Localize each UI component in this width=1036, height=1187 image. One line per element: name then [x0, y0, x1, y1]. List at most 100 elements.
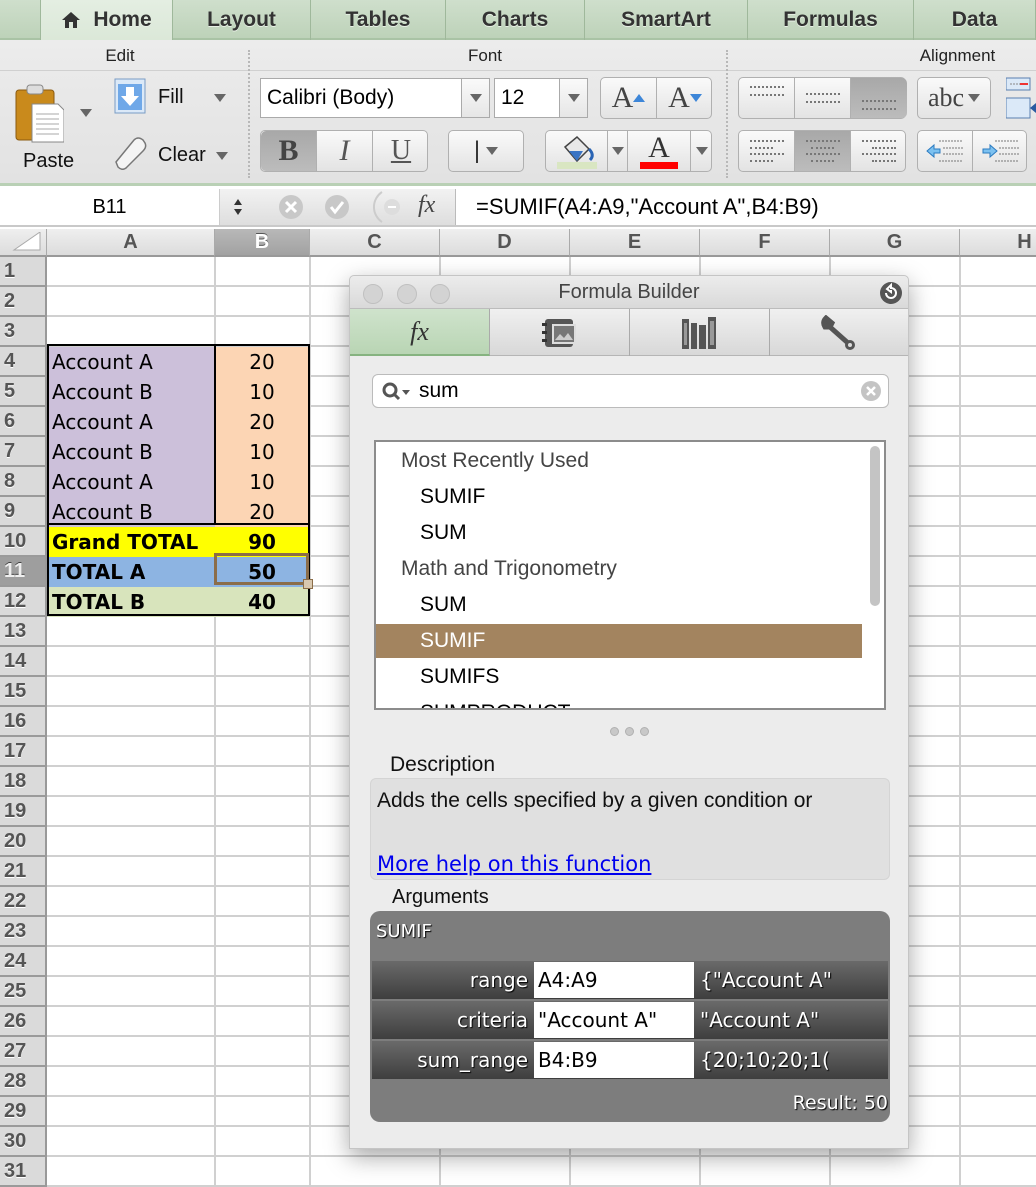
font-name-combobox[interactable]: Calibri (Body): [260, 78, 490, 118]
row-header-8[interactable]: 8: [0, 467, 47, 497]
font-size-dropdown[interactable]: [559, 79, 587, 117]
row-header-26[interactable]: 26: [0, 1007, 47, 1037]
row-header-14[interactable]: 14: [0, 647, 47, 677]
row-header-12[interactable]: 12: [0, 587, 47, 617]
confirm-icon[interactable]: [324, 194, 350, 220]
select-all-corner[interactable]: [0, 229, 47, 257]
align-top-button[interactable]: [739, 78, 795, 118]
column-header-d[interactable]: D: [440, 229, 570, 257]
underline-button[interactable]: U: [373, 131, 429, 171]
function-list-item[interactable]: SUMIFS: [376, 660, 862, 694]
function-search-input[interactable]: sum: [372, 374, 889, 408]
tab-reference[interactable]: [630, 309, 770, 356]
row-header-1[interactable]: 1: [0, 257, 47, 287]
row-header-3[interactable]: 3: [0, 317, 47, 347]
shrink-font-button[interactable]: A: [657, 78, 713, 118]
grow-font-button[interactable]: A: [601, 78, 657, 118]
tab-formulas[interactable]: Formulas: [748, 0, 914, 40]
function-list-item[interactable]: SUM: [376, 588, 862, 622]
dialog-titlebar[interactable]: Formula Builder: [350, 276, 908, 309]
font-color-button[interactable]: A: [628, 131, 691, 171]
align-bottom-button[interactable]: [851, 78, 907, 118]
argument-value-input[interactable]: "Account A": [534, 1002, 694, 1038]
fill-color-dropdown[interactable]: [608, 131, 628, 171]
row-header-28[interactable]: 28: [0, 1067, 47, 1097]
cell-a6[interactable]: Account A: [48, 407, 215, 437]
clear-search-icon[interactable]: [860, 380, 882, 402]
argument-value-input[interactable]: A4:A9: [534, 962, 694, 998]
row-header-17[interactable]: 17: [0, 737, 47, 767]
tab-formula-builder[interactable]: fx: [350, 309, 490, 356]
cell-a8[interactable]: Account A: [48, 467, 215, 497]
paste-dropdown-icon[interactable]: [80, 109, 92, 117]
fill-button[interactable]: Fill: [114, 78, 234, 116]
tab-media-browser[interactable]: [490, 309, 630, 356]
fill-color-button[interactable]: [546, 131, 608, 171]
cell-b12[interactable]: 40: [215, 587, 309, 617]
argument-value-input[interactable]: B4:B9: [534, 1042, 694, 1078]
row-header-2[interactable]: 2: [0, 287, 47, 317]
bold-button[interactable]: B: [261, 131, 317, 171]
borders-button[interactable]: |: [448, 130, 524, 172]
cell-a5[interactable]: Account B: [48, 377, 215, 407]
cell-b7[interactable]: 10: [215, 437, 309, 467]
column-header-a[interactable]: A: [47, 229, 215, 257]
cell-a4[interactable]: Account A: [48, 347, 215, 377]
fx-icon[interactable]: fx: [418, 192, 435, 219]
function-list[interactable]: SUMPRODUCTSUMIFSSUMIFSUMMath and Trigono…: [374, 440, 886, 710]
column-header-f[interactable]: F: [700, 229, 830, 257]
cell-b4[interactable]: 20: [215, 347, 309, 377]
tab-tools[interactable]: [770, 309, 910, 356]
list-scrollbar-thumb[interactable]: [870, 446, 880, 606]
function-list-item[interactable]: SUMIF: [376, 480, 862, 514]
function-list-item[interactable]: SUMPRODUCT: [376, 696, 862, 708]
tab-tables[interactable]: Tables: [311, 0, 446, 40]
cell-b8[interactable]: 10: [215, 467, 309, 497]
row-header-23[interactable]: 23: [0, 917, 47, 947]
tab-layout[interactable]: Layout: [173, 0, 311, 40]
tab-charts[interactable]: Charts: [446, 0, 585, 40]
clear-button[interactable]: Clear: [112, 136, 232, 174]
cell-b5[interactable]: 10: [215, 377, 309, 407]
row-header-11[interactable]: 11: [0, 557, 47, 587]
row-header-25[interactable]: 25: [0, 977, 47, 1007]
font-size-combobox[interactable]: 12: [494, 78, 588, 118]
paste-button[interactable]: Paste: [10, 82, 100, 178]
row-header-19[interactable]: 19: [0, 797, 47, 827]
column-header-g[interactable]: G: [830, 229, 960, 257]
align-middle-button[interactable]: [795, 78, 851, 118]
revert-icon[interactable]: [879, 281, 903, 305]
row-header-27[interactable]: 27: [0, 1037, 47, 1067]
row-header-29[interactable]: 29: [0, 1097, 47, 1127]
splitter-handle[interactable]: [610, 727, 649, 736]
tab-home[interactable]: Home: [40, 0, 173, 40]
stepper-icon[interactable]: [232, 196, 244, 218]
wrap-text-button[interactable]: abc: [917, 77, 991, 119]
function-wizard-icon[interactable]: [368, 190, 404, 224]
row-header-30[interactable]: 30: [0, 1127, 47, 1157]
function-list-item[interactable]: SUMIF: [376, 624, 862, 658]
column-header-h[interactable]: H: [960, 229, 1036, 257]
clear-dropdown-icon[interactable]: [216, 152, 228, 160]
cell-a10[interactable]: Grand TOTAL: [48, 527, 215, 557]
row-header-24[interactable]: 24: [0, 947, 47, 977]
tab-smartart[interactable]: SmartArt: [585, 0, 748, 40]
font-color-dropdown[interactable]: [691, 131, 713, 171]
increase-indent-button[interactable]: [973, 131, 1028, 171]
row-header-13[interactable]: 13: [0, 617, 47, 647]
row-header-16[interactable]: 16: [0, 707, 47, 737]
fill-handle[interactable]: [303, 579, 313, 589]
cell-a12[interactable]: TOTAL B: [48, 587, 215, 617]
function-list-item[interactable]: SUM: [376, 516, 862, 550]
tab-data[interactable]: Data: [914, 0, 1036, 40]
name-box[interactable]: B11: [0, 189, 220, 225]
row-header-6[interactable]: 6: [0, 407, 47, 437]
align-left-button[interactable]: [739, 131, 795, 171]
row-header-10[interactable]: 10: [0, 527, 47, 557]
column-header-e[interactable]: E: [570, 229, 700, 257]
row-header-31[interactable]: 31: [0, 1157, 47, 1187]
more-help-link[interactable]: More help on this function: [377, 852, 651, 876]
column-header-c[interactable]: C: [310, 229, 440, 257]
decrease-indent-button[interactable]: [918, 131, 973, 171]
row-header-4[interactable]: 4: [0, 347, 47, 377]
